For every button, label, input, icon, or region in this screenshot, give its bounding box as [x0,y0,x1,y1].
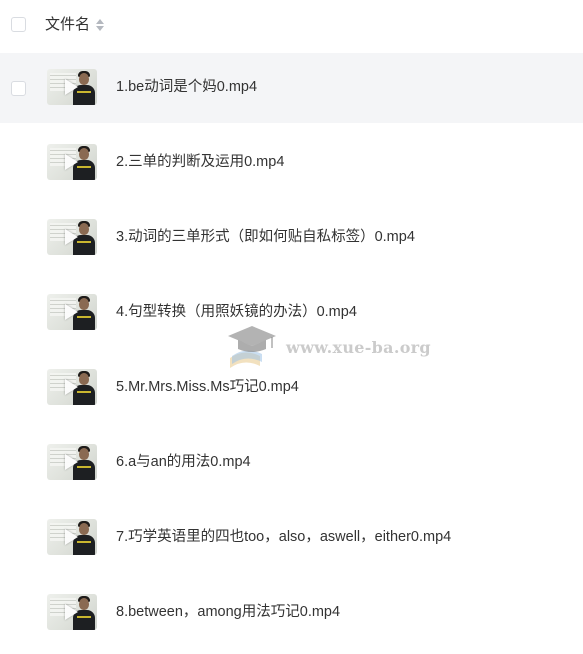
file-row[interactable]: 3.动词的三单形式（即如何贴自私标签）0.mp4 [0,203,583,273]
file-row-checkbox[interactable] [11,81,26,96]
play-icon [65,304,78,320]
column-header-filename[interactable]: 文件名 [45,15,90,35]
video-thumbnail-icon[interactable] [47,444,97,480]
file-name[interactable]: 4.句型转换（用照妖镜的办法）0.mp4 [116,302,357,322]
play-icon [65,454,78,470]
file-row[interactable]: 6.a与an的用法0.mp4 [0,428,583,498]
play-icon [65,229,78,245]
video-thumbnail-icon[interactable] [47,369,97,405]
file-list-page: 文件名 1.be动词是个妈0.mp4 2.三单的判断及运用0.mp4 3.动词的… [0,0,583,654]
file-row[interactable]: 5.Mr.Mrs.Miss.Ms巧记0.mp4 [0,353,583,423]
file-row[interactable]: 8.between，among用法巧记0.mp4 [0,578,583,648]
video-thumbnail-icon[interactable] [47,69,97,105]
play-icon [65,604,78,620]
file-row[interactable]: 2.三单的判断及运用0.mp4 [0,128,583,198]
file-name[interactable]: 1.be动词是个妈0.mp4 [116,77,257,97]
video-thumbnail-icon[interactable] [47,594,97,630]
file-list-header: 文件名 [0,0,583,50]
file-name[interactable]: 5.Mr.Mrs.Miss.Ms巧记0.mp4 [116,377,299,397]
select-all-checkbox[interactable] [11,17,26,32]
play-icon [65,154,78,170]
file-name[interactable]: 3.动词的三单形式（即如何贴自私标签）0.mp4 [116,227,415,247]
play-icon [65,529,78,545]
video-thumbnail-icon[interactable] [47,519,97,555]
video-thumbnail-icon[interactable] [47,144,97,180]
file-row[interactable]: 4.句型转换（用照妖镜的办法）0.mp4 [0,278,583,348]
file-row[interactable]: 7.巧学英语里的四也too，also，aswell，either0.mp4 [0,503,583,573]
file-name[interactable]: 6.a与an的用法0.mp4 [116,452,251,472]
file-name[interactable]: 7.巧学英语里的四也too，also，aswell，either0.mp4 [116,527,451,547]
file-name[interactable]: 8.between，among用法巧记0.mp4 [116,602,340,622]
video-thumbnail-icon[interactable] [47,294,97,330]
file-name[interactable]: 2.三单的判断及运用0.mp4 [116,152,284,172]
file-row[interactable]: 1.be动词是个妈0.mp4 [0,53,583,123]
play-icon [65,379,78,395]
play-icon [65,79,78,95]
sort-icon[interactable] [95,17,105,33]
video-thumbnail-icon[interactable] [47,219,97,255]
